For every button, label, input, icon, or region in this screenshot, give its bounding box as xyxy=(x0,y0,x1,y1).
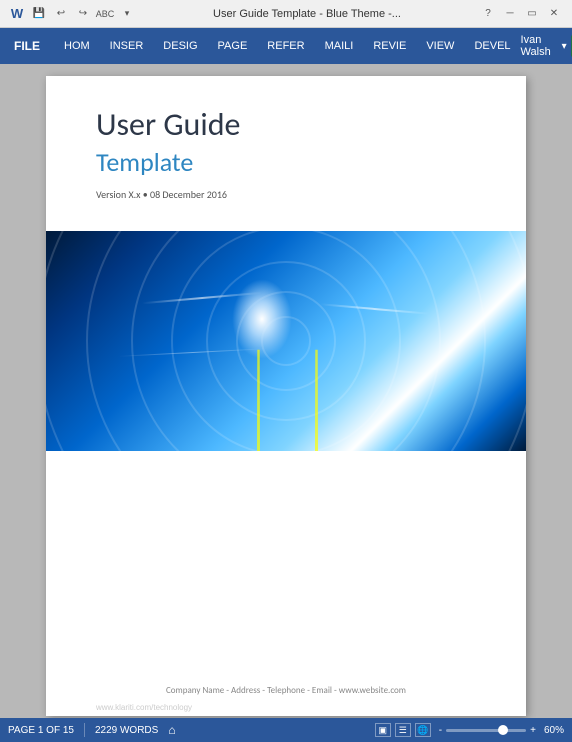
word-count-text: 2229 WORDS xyxy=(95,725,158,736)
tab-mailings[interactable]: MAILI xyxy=(315,28,364,64)
ribbon-tabs: FILE HOM INSER DESIG PAGE REFER MAILI RE… xyxy=(0,28,572,64)
tab-developer[interactable]: DEVEL xyxy=(464,28,520,64)
tab-page[interactable]: PAGE xyxy=(208,28,258,64)
status-bar: PAGE 1 OF 15 2229 WORDS ⌂ ▣ ☰ 🌐 - + 60% xyxy=(0,718,572,742)
word-count: 2229 WORDS xyxy=(95,725,158,736)
zoom-minus[interactable]: - xyxy=(439,725,442,736)
main-area: User Guide Template Version X.x • 08 Dec… xyxy=(0,64,572,718)
word-icon: W xyxy=(8,5,26,23)
zoom-thumb xyxy=(498,725,508,735)
user-dropdown-icon[interactable]: ▾ xyxy=(562,41,567,52)
close-button[interactable]: ✕ xyxy=(544,5,564,23)
tab-home[interactable]: HOM xyxy=(54,28,100,64)
document-page: User Guide Template Version X.x • 08 Dec… xyxy=(46,76,526,716)
doc-content-top: User Guide Template Version X.x • 08 Dec… xyxy=(46,76,526,221)
zoom-plus[interactable]: + xyxy=(530,725,536,736)
tab-design[interactable]: DESIG xyxy=(153,28,207,64)
tab-view[interactable]: VIEW xyxy=(416,28,464,64)
save-icon[interactable]: 💾 xyxy=(30,5,48,23)
quick-access-toolbar: W 💾 ↩ ↪ ABC ▾ xyxy=(8,5,136,23)
ribbon-right: Ivan Walsh ▾ K xyxy=(521,28,572,64)
page-info-text: PAGE 1 OF 15 xyxy=(8,725,74,736)
restore-button[interactable]: ▭ xyxy=(522,5,542,23)
web-layout-icon[interactable]: 🌐 xyxy=(415,723,431,737)
view-icons: ▣ ☰ 🌐 xyxy=(375,723,431,737)
window-controls: ? ─ ▭ ✕ xyxy=(478,5,564,23)
redo-icon[interactable]: ↪ xyxy=(74,5,92,23)
doc-version: Version X.x • 08 December 2016 xyxy=(96,188,476,201)
tab-review[interactable]: REVIE xyxy=(363,28,416,64)
file-tab[interactable]: FILE xyxy=(0,28,54,64)
doc-footer-text: Company Name - Address - Telephone - Ema… xyxy=(96,685,476,696)
status-right: ▣ ☰ 🌐 - + 60% xyxy=(375,723,564,737)
tab-insert[interactable]: INSER xyxy=(100,28,154,64)
road-line-left xyxy=(257,350,260,451)
page-info: PAGE 1 OF 15 xyxy=(8,725,74,736)
doc-title: User Guide xyxy=(96,106,476,144)
doc-subtitle: Template xyxy=(96,146,476,178)
read-mode-icon[interactable]: ☰ xyxy=(395,723,411,737)
status-divider-1 xyxy=(84,723,85,737)
zoom-control: - + xyxy=(439,725,536,736)
help-button[interactable]: ? xyxy=(478,5,498,23)
title-bar: W 💾 ↩ ↪ ABC ▾ User Guide Template - Blue… xyxy=(0,0,572,28)
tab-references[interactable]: REFER xyxy=(257,28,314,64)
zoom-percent: 60% xyxy=(544,725,564,736)
zoom-slider[interactable] xyxy=(446,729,526,732)
customize-icon[interactable]: ▾ xyxy=(118,5,136,23)
doc-cover-image xyxy=(46,231,526,451)
doc-watermark: www.klariti.com/technology xyxy=(96,703,192,712)
spelling-icon[interactable]: ABC xyxy=(96,5,114,23)
print-layout-icon[interactable]: ▣ xyxy=(375,723,391,737)
minimize-button[interactable]: ─ xyxy=(500,5,520,23)
road-line-right xyxy=(315,350,318,451)
user-name: Ivan Walsh xyxy=(521,34,558,58)
track-changes-icon: ⌂ xyxy=(168,723,175,737)
undo-icon[interactable]: ↩ xyxy=(52,5,70,23)
window-title: User Guide Template - Blue Theme -... xyxy=(136,8,478,20)
